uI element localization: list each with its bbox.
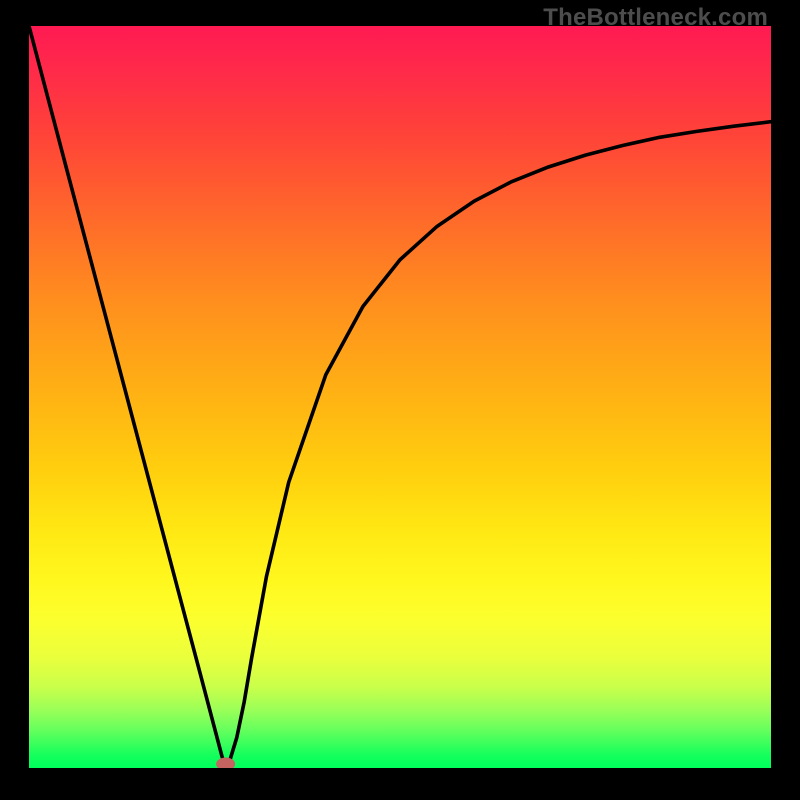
plot-area	[29, 26, 771, 768]
minimum-marker	[217, 758, 235, 768]
chart-stage: TheBottleneck.com	[0, 0, 800, 800]
bottleneck-curve	[29, 26, 771, 768]
curve-layer	[29, 26, 771, 768]
